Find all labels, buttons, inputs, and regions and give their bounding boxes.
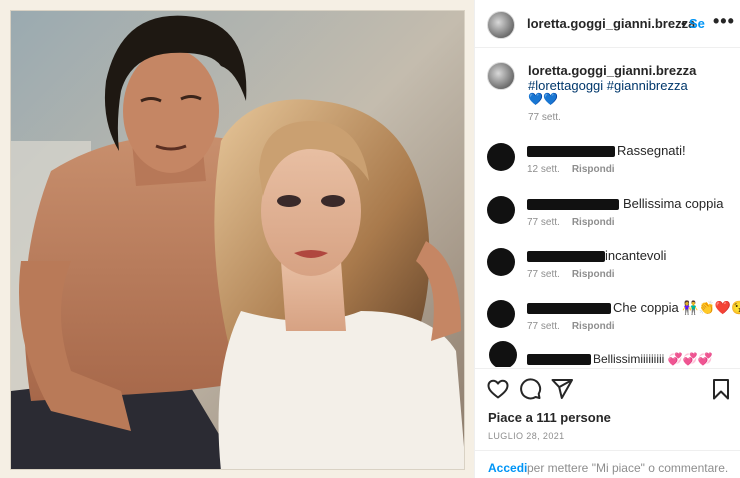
post-actions-bar	[475, 368, 740, 408]
login-prompt-text: per mettere "Mi piace" o commentare.	[527, 461, 729, 475]
commenter-avatar[interactable]	[489, 341, 517, 367]
comment-time[interactable]: 77 sett.	[527, 269, 560, 280]
photo-illustration	[11, 11, 464, 469]
redacted-username	[527, 303, 611, 314]
caption-hashtags[interactable]: #lorettagoggi #giannibrezza	[528, 78, 688, 93]
commenter-avatar[interactable]	[487, 300, 515, 328]
post-date[interactable]: LUGLIO 28, 2021	[488, 431, 565, 441]
caption-username[interactable]: loretta.goggi_gianni.brezza	[528, 63, 696, 78]
commenter-avatar[interactable]	[487, 196, 515, 224]
comment-time[interactable]: 12 sett.	[527, 164, 560, 175]
header-separator: •	[681, 16, 686, 31]
author-username[interactable]: loretta.goggi_gianni.brezza	[527, 16, 695, 31]
comment-meta: 77 sett. Rispondi	[527, 269, 627, 280]
reply-button[interactable]: Rispondi	[572, 217, 615, 228]
comment-meta: 77 sett. Rispondi	[527, 321, 627, 332]
commenter-avatar[interactable]	[487, 143, 515, 171]
post-photo[interactable]	[10, 10, 465, 470]
caption-emoji: 💙💙	[528, 92, 558, 106]
heart-icon[interactable]	[486, 377, 510, 401]
redacted-username	[527, 146, 615, 157]
comment-meta: 77 sett. Rispondi	[527, 217, 627, 228]
comment-text: Bellissimiiiiiiiii 💞💞💞	[593, 352, 713, 366]
comment-icon[interactable]	[518, 377, 542, 401]
comment-item: Rassegnati! 12 sett. Rispondi	[475, 143, 740, 195]
bookmark-icon[interactable]	[709, 377, 733, 401]
post-media-area	[0, 0, 474, 478]
comment-text: incantevoli	[605, 248, 667, 263]
comment-time[interactable]: 77 sett.	[527, 321, 560, 332]
comment-item: incantevoli 77 sett. Rispondi	[475, 248, 740, 300]
follow-button[interactable]: Se	[689, 16, 705, 31]
comment-text: Rassegnati!	[617, 143, 686, 158]
commenter-avatar[interactable]	[487, 248, 515, 276]
caption-time[interactable]: 77 sett.	[528, 112, 561, 123]
post-side-panel: loretta.goggi_gianni.brezza • Se ••• lor…	[474, 0, 740, 478]
reply-button[interactable]: Rispondi	[572, 269, 615, 280]
login-prompt: Accedi per mettere "Mi piace" o commenta…	[475, 450, 740, 478]
login-link[interactable]: Accedi	[488, 461, 527, 475]
comment-time[interactable]: 77 sett.	[527, 217, 560, 228]
reply-button[interactable]: Rispondi	[572, 321, 615, 332]
reply-button[interactable]: Rispondi	[572, 164, 615, 175]
more-options-button[interactable]: •••	[713, 11, 735, 32]
redacted-username	[527, 354, 591, 365]
comment-text: Bellissima coppia	[623, 196, 724, 211]
comment-item: Bellissima coppia 77 sett. Rispondi	[475, 196, 740, 248]
likes-count[interactable]: Piace a 111 persone	[488, 410, 611, 425]
comment-meta: 12 sett. Rispondi	[527, 164, 627, 175]
author-avatar[interactable]	[487, 11, 515, 39]
redacted-username	[527, 251, 605, 262]
caption-avatar[interactable]	[487, 62, 515, 90]
post-header: loretta.goggi_gianni.brezza • Se •••	[475, 0, 740, 48]
comment-item: Bellissimiiiiiiiii 💞💞💞	[475, 341, 740, 367]
comment-text: Che coppia 👫👏❤️😘	[613, 300, 740, 315]
redacted-username	[527, 199, 619, 210]
share-icon[interactable]	[550, 377, 574, 401]
